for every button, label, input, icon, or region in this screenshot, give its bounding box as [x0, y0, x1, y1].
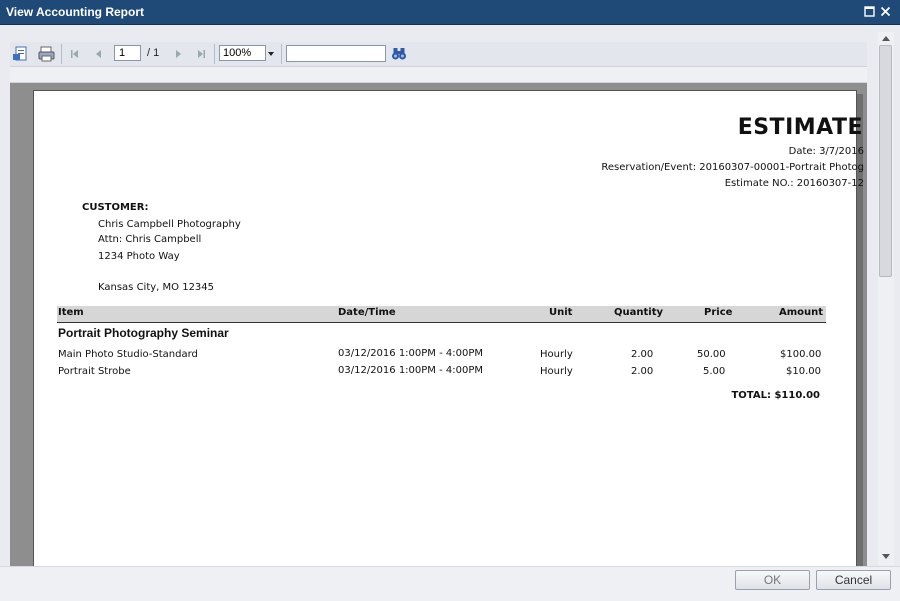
customer-attention: Attn: Chris Campbell	[98, 234, 202, 245]
column-datetime: Date/Time	[338, 307, 396, 318]
window-title: View Accounting Report	[6, 5, 145, 19]
customer-street: 1234 Photo Way	[98, 251, 180, 262]
column-amount: Amount	[779, 307, 824, 318]
row-price: 50.00	[697, 349, 726, 360]
row-unit: Hourly	[540, 366, 573, 377]
scroll-up-icon[interactable]	[882, 36, 890, 41]
binoculars-icon[interactable]	[391, 46, 407, 62]
toolbar-separator	[61, 44, 62, 64]
scroll-down-icon[interactable]	[882, 554, 890, 559]
zoom-select[interactable]: 100%	[219, 45, 266, 61]
search-input[interactable]	[286, 45, 386, 62]
row-datetime: 03/12/2016 1:00PM - 4:00PM	[338, 348, 484, 359]
estimate-total: TOTAL: $110.00	[731, 390, 820, 401]
row-unit: Hourly	[540, 349, 573, 360]
page-number-input[interactable]: 1	[114, 45, 141, 61]
row-amount: $100.00	[780, 349, 822, 360]
row-item: Main Photo Studio-Standard	[58, 349, 198, 360]
next-page-icon[interactable]	[173, 46, 183, 62]
toolbar-separator	[281, 44, 282, 64]
customer-label: CUSTOMER:	[82, 202, 149, 213]
estimate-date: Date: 3/7/2016	[788, 146, 864, 157]
column-unit: Unit	[549, 307, 573, 318]
toolbar-separator	[214, 44, 215, 64]
previous-page-icon[interactable]	[94, 46, 104, 62]
estimate-number: Estimate NO.: 20160307-12	[724, 178, 864, 189]
report-heading: ESTIMATE	[737, 115, 863, 140]
row-amount: $10.00	[786, 366, 821, 377]
print-icon[interactable]	[38, 46, 55, 62]
section-title: Portrait Photography Seminar	[58, 326, 229, 340]
row-datetime: 03/12/2016 1:00PM - 4:00PM	[338, 365, 484, 376]
page-count: / 1	[147, 47, 160, 59]
reservation-event: Reservation/Event: 20160307-00001-Portra…	[601, 162, 864, 173]
column-quantity: Quantity	[614, 307, 663, 318]
title-bar: View Accounting Report	[0, 0, 900, 25]
ok-button[interactable]: OK	[735, 570, 810, 590]
customer-city: Kansas City, MO 12345	[98, 282, 215, 293]
viewer-header	[10, 67, 867, 82]
row-price: 5.00	[703, 366, 726, 377]
first-page-icon[interactable]	[70, 46, 80, 62]
close-icon[interactable]	[880, 6, 891, 17]
export-icon[interactable]	[13, 46, 30, 62]
maximize-icon[interactable]	[864, 6, 875, 17]
chevron-down-icon[interactable]	[268, 52, 274, 56]
column-item: Item	[58, 307, 84, 318]
scrollbar-thumb[interactable]	[879, 45, 892, 277]
cancel-button[interactable]: Cancel	[816, 570, 891, 590]
row-item: Portrait Strobe	[58, 366, 131, 377]
column-price: Price	[704, 307, 733, 318]
last-page-icon[interactable]	[196, 46, 206, 62]
customer-name: Chris Campbell Photography	[98, 219, 241, 230]
row-quantity: 2.00	[631, 349, 654, 360]
row-quantity: 2.00	[631, 366, 654, 377]
